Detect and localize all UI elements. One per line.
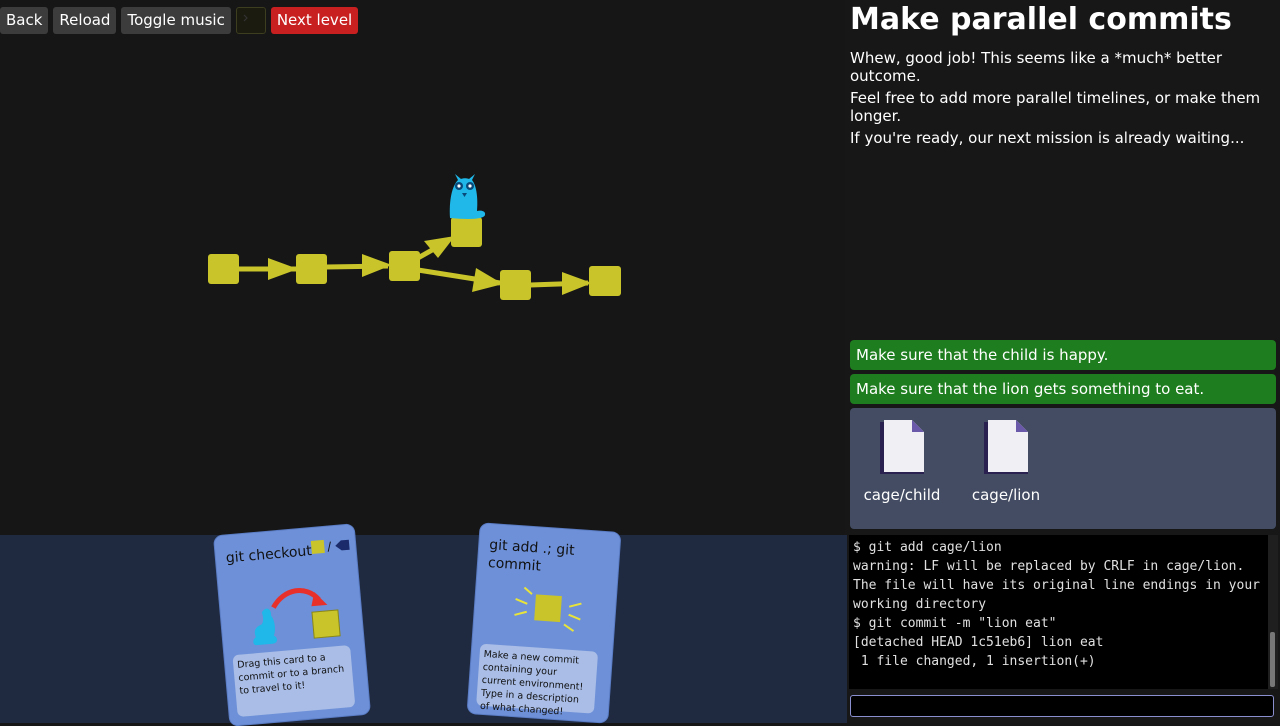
commit-nodes <box>208 217 621 300</box>
level-title: Make parallel commits <box>850 2 1232 37</box>
file-name: cage/lion <box>971 486 1041 504</box>
terminal-line: $ git commit -m "lion eat" <box>853 616 1057 631</box>
card-title: git checkout <box>225 543 313 567</box>
arrowhead <box>268 258 298 280</box>
commit-node[interactable] <box>296 254 327 284</box>
goal-item: Make sure that the child is happy. <box>850 340 1276 370</box>
commit-node[interactable] <box>208 254 239 284</box>
card-git-checkout[interactable]: git checkout / Drag this card to a commi… <box>213 524 371 726</box>
terminal-line: working directory <box>853 597 987 612</box>
card-git-commit[interactable]: git add .; git commit Make a new commit … <box>467 523 621 723</box>
card-description: Drag this card to a commit or to a branc… <box>232 645 356 718</box>
file-icon <box>984 420 1028 474</box>
terminal-line: [detached HEAD 1c51eb6] lion eat <box>853 635 1104 650</box>
commit-icon <box>514 586 582 632</box>
commit-graph <box>208 174 621 300</box>
terminal-line: The file will have its original line end… <box>853 578 1260 593</box>
commit-node[interactable] <box>589 266 621 296</box>
terminal-output: $ git add cage/lion warning: LF will be r… <box>849 535 1268 689</box>
commit-node[interactable] <box>389 251 420 281</box>
arrowhead <box>562 272 592 295</box>
commit-node[interactable] <box>451 217 482 247</box>
command-input[interactable] <box>850 695 1274 717</box>
arrowhead <box>362 254 392 277</box>
goal-item: Make sure that the lion gets something t… <box>850 374 1276 404</box>
file-item[interactable]: cage/lion <box>966 418 1046 504</box>
card-tray <box>0 535 847 723</box>
arrowhead <box>472 268 503 292</box>
terminal-line: warning: LF will be replaced by CRLF in … <box>853 559 1245 574</box>
file-browser: cage/child cage/lion <box>850 408 1276 529</box>
file-item[interactable]: cage/child <box>862 418 942 504</box>
checkout-icon <box>253 588 341 646</box>
level-paragraph: Feel free to add more parallel timelines… <box>850 89 1261 125</box>
level-paragraph: Whew, good job! This seems like a *much*… <box>850 49 1223 85</box>
card-description: Make a new commit containing your curren… <box>476 643 599 718</box>
owl-icon <box>449 174 486 219</box>
terminal-line: $ git add cage/lion <box>853 540 1002 555</box>
svg-text:/: / <box>327 539 333 553</box>
commit-node[interactable] <box>500 270 531 300</box>
terminal-line: 1 file changed, 1 insertion(+) <box>853 654 1096 669</box>
card-title: git add .; git commit <box>487 537 576 575</box>
file-name: cage/child <box>863 486 941 504</box>
level-paragraph: If you're ready, our next mission is alr… <box>850 129 1245 147</box>
file-icon <box>880 420 924 474</box>
commit-branch-icon: / <box>310 539 350 554</box>
terminal-scrollbar-thumb[interactable] <box>1270 632 1275 687</box>
